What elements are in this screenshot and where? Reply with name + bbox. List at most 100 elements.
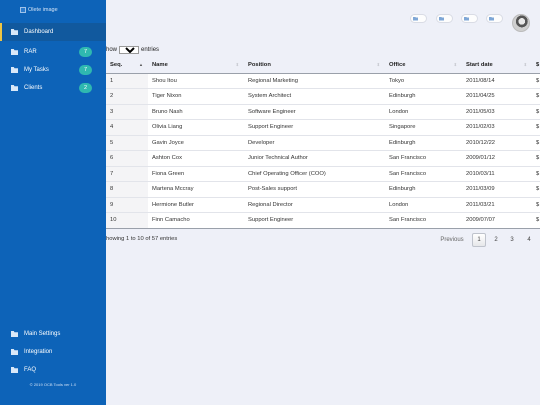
cell-name: Hermione Butler xyxy=(148,197,244,213)
sidebar-item-dashboard[interactable]: Dashboard xyxy=(0,23,106,41)
cell-salary: $ xyxy=(532,197,540,213)
table-row[interactable]: 6 Ashton Cox Junior Technical Author San Fr… xyxy=(106,150,540,167)
sidebar-item-rar[interactable]: RAR 7 xyxy=(0,43,106,61)
folder-icon xyxy=(11,29,18,35)
cell-name: Martena Mccray xyxy=(148,181,244,198)
cell-start-date: 2011/08/14 xyxy=(462,73,532,89)
table-row[interactable]: 1 Shou Itou Regional Marketing Tokyo 2011/08… xyxy=(106,73,540,89)
column-header-label: Seq. xyxy=(110,61,123,68)
cell-seq: 4 xyxy=(106,119,148,136)
pagination-page-4[interactable]: 4 xyxy=(522,233,536,247)
sidebar-item-label: Dashboard xyxy=(24,29,54,35)
cell-position: System Architect xyxy=(244,88,385,105)
cell-seq: 3 xyxy=(106,104,148,120)
pagination-page-1[interactable]: 1 xyxy=(472,233,486,247)
cell-salary: $ xyxy=(532,73,540,89)
header-folder-button[interactable] xyxy=(486,14,503,23)
cell-name: Olivia Liang xyxy=(148,119,244,136)
table-info: howing 1 to 10 of 57 entries xyxy=(106,236,178,242)
column-header-label: Office xyxy=(389,61,406,68)
sidebar-item-label: Integration xyxy=(24,349,53,355)
cell-office: Edinburgh xyxy=(385,181,462,198)
cell-seq: 2 xyxy=(106,88,148,105)
folder-icon xyxy=(11,85,18,91)
cell-office: San Francisco xyxy=(385,150,462,167)
column-header-office[interactable]: Office ⬍ xyxy=(385,57,462,74)
cell-salary: $ xyxy=(532,150,540,167)
cell-office: London xyxy=(385,104,462,120)
cell-seq: 7 xyxy=(106,166,148,182)
sort-icon: ⬍ xyxy=(235,62,239,67)
column-header-start-date[interactable]: Start date ⬍ xyxy=(462,57,532,74)
header-folder-button[interactable] xyxy=(461,14,478,23)
sidebar-item-integration[interactable]: Integration xyxy=(0,343,106,361)
table-row[interactable]: 10 Finn Camacho Support Engineer San Franci… xyxy=(106,212,540,229)
avatar[interactable] xyxy=(512,14,530,32)
table-row[interactable]: 8 Martena Mccray Post-Sales support Edinbur… xyxy=(106,181,540,198)
header-folder-button[interactable] xyxy=(410,14,427,23)
sidebar-item-label: Clients xyxy=(24,85,43,91)
folder-icon xyxy=(11,331,18,337)
table-row[interactable]: 9 Hermione Butler Regional Director London 2… xyxy=(106,197,540,213)
length-control: how 10 entries xyxy=(106,46,159,54)
cell-seq: 1 xyxy=(106,73,148,89)
sidebar-item-my-tasks[interactable]: My Tasks 7 xyxy=(0,61,106,79)
cell-seq: 8 xyxy=(106,181,148,198)
folder-icon xyxy=(464,16,469,21)
column-header-seq[interactable]: Seq. ▲ xyxy=(106,57,148,74)
cell-start-date: 2011/05/03 xyxy=(462,104,532,120)
cell-office: Edinburgh xyxy=(385,88,462,105)
table-row[interactable]: 3 Bruno Nash Software Engineer London 2011/0… xyxy=(106,104,540,120)
cell-seq: 9 xyxy=(106,197,148,213)
sort-asc-icon: ▲ xyxy=(139,62,143,67)
sort-icon: ⬍ xyxy=(376,62,380,67)
table-header-row: Seq. ▲ Name ⬍ Position ⬍ Office ⬍ Start date… xyxy=(106,57,540,74)
broken-image-icon xyxy=(20,7,26,13)
cell-name: Gavin Joyce xyxy=(148,135,244,151)
folder-icon xyxy=(439,16,444,21)
table-row[interactable]: 2 Tiger Nixon System Architect Edinburgh 201… xyxy=(106,88,540,105)
logo-alt-text: Olete image xyxy=(28,7,58,13)
table-row[interactable]: 4 Olivia Liang Support Engineer Singapore 20… xyxy=(106,119,540,136)
cell-office: San Francisco xyxy=(385,212,462,229)
table-row[interactable]: 7 Fiona Green Chief Operating Officer (COO… xyxy=(106,166,540,182)
pagination-previous[interactable]: Previous xyxy=(436,233,468,247)
column-header-salary[interactable]: $ xyxy=(532,57,540,74)
table-row[interactable]: 5 Gavin Joyce Developer Edinburgh 2010/12/22… xyxy=(106,135,540,151)
column-header-label: Name xyxy=(152,61,168,68)
cell-seq: 5 xyxy=(106,135,148,151)
sidebar-item-main-settings[interactable]: Main Settings xyxy=(0,325,106,343)
pagination-page-2[interactable]: 2 xyxy=(489,233,503,247)
sidebar-item-label: Main Settings xyxy=(24,331,61,337)
cell-start-date: 2009/07/07 xyxy=(462,212,532,229)
folder-icon xyxy=(11,367,18,373)
entries-per-page-select[interactable]: 10 xyxy=(119,46,140,54)
cell-start-date: 2010/03/11 xyxy=(462,166,532,182)
cell-position: Regional Marketing xyxy=(244,73,385,89)
cell-salary: $ xyxy=(532,119,540,136)
count-badge: 7 xyxy=(79,47,92,57)
column-header-position[interactable]: Position ⬍ xyxy=(244,57,385,74)
cell-position: Junior Technical Author xyxy=(244,150,385,167)
cell-salary: $ xyxy=(532,88,540,105)
cell-seq: 6 xyxy=(106,150,148,167)
cell-office: Tokyo xyxy=(385,73,462,89)
cell-start-date: 2010/12/22 xyxy=(462,135,532,151)
copyright-text: © 2019 OCB Tools ver 1.0 xyxy=(29,382,77,387)
sidebar-item-faq[interactable]: FAQ xyxy=(0,361,106,379)
column-header-name[interactable]: Name ⬍ xyxy=(148,57,244,74)
data-table: Seq. ▲ Name ⬍ Position ⬍ Office ⬍ Start date… xyxy=(106,57,540,229)
cell-office: San Francisco xyxy=(385,166,462,182)
folder-icon xyxy=(413,16,418,21)
column-header-label: Start date xyxy=(466,61,493,68)
cell-name: Shou Itou xyxy=(148,73,244,89)
count-badge: 7 xyxy=(79,65,92,75)
header-folder-button[interactable] xyxy=(436,14,453,23)
pagination-page-3[interactable]: 3 xyxy=(505,233,519,247)
cell-office: Singapore xyxy=(385,119,462,136)
logo: Olete image xyxy=(20,7,58,13)
sidebar-item-label: My Tasks xyxy=(24,67,49,73)
sidebar-item-clients[interactable]: Clients 2 xyxy=(0,79,106,97)
folder-icon xyxy=(11,49,18,55)
cell-salary: $ xyxy=(532,212,540,229)
